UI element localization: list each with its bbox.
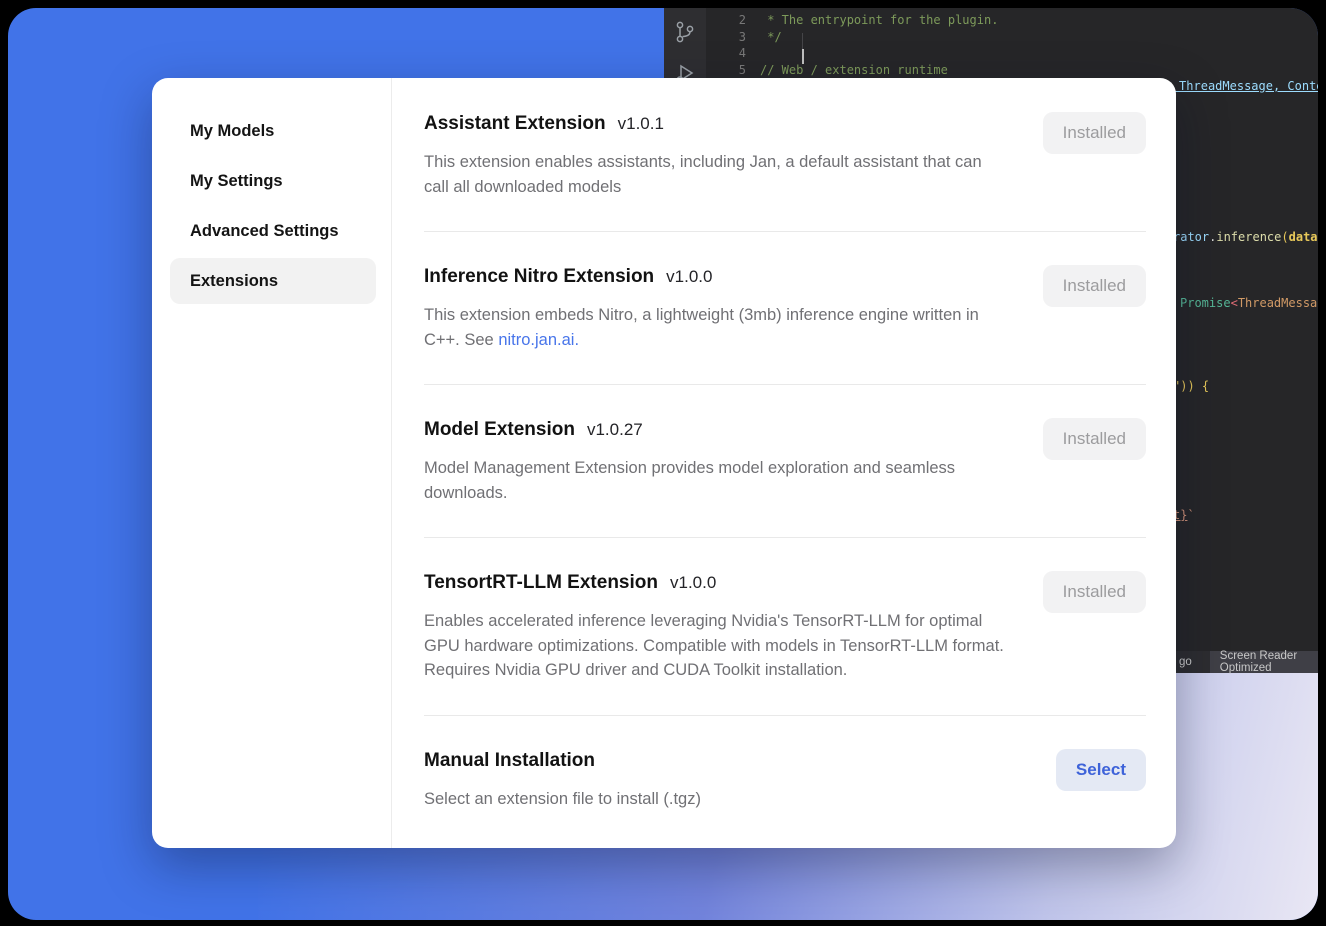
extension-name: TensortRT-LLM Extension [424,572,658,593]
installed-button[interactable]: Installed [1043,112,1146,154]
extension-row-nitro: Inference Nitro Extension v1.0.0 This ext… [424,232,1146,385]
code-line: 2 * The entrypoint for the plugin. [706,12,1318,29]
sidebar-item-label: Extensions [190,272,278,291]
sidebar-item-extensions[interactable]: Extensions [170,258,376,304]
extension-description: This extension enables assistants, inclu… [424,150,1004,199]
code-line: 5// Web / extension runtime [706,62,1318,79]
installed-button[interactable]: Installed [1043,265,1146,307]
extension-title: TensortRT-LLM Extension v1.0.0 [424,571,1004,595]
installed-button[interactable]: Installed [1043,418,1146,460]
extension-description: This extension embeds Nitro, a lightweig… [424,303,1004,352]
code-text: * The entrypoint for the plugin. [746,12,998,29]
status-screen-reader[interactable]: Screen Reader Optimized [1210,651,1318,673]
sidebar-item-label: My Models [190,122,274,141]
source-control-icon[interactable] [674,20,696,44]
manual-installation-title: Manual Installation [424,749,1004,773]
extension-version: v1.0.0 [670,573,716,592]
settings-modal: My Models My Settings Advanced Settings … [152,78,1176,848]
line-number: 5 [706,62,746,79]
nitro-jan-ai-link[interactable]: nitro.jan.ai. [498,331,579,349]
code-fragment-promise: Promise<ThreadMessage> [1180,296,1318,310]
code-fragment-inference: rator.inference(data)); [1173,230,1318,244]
line-number: 3 [706,29,746,46]
sidebar-item-my-models[interactable]: My Models [170,108,376,154]
extension-name: Inference Nitro Extension [424,266,654,287]
line-number: 2 [706,12,746,29]
extension-name: Assistant Extension [424,113,606,134]
extension-name: Model Extension [424,419,575,440]
extension-version: v1.0.0 [666,267,712,286]
extension-title: Assistant Extension v1.0.1 [424,112,1004,136]
installed-button[interactable]: Installed [1043,571,1146,613]
code-line: 4 [706,45,1318,62]
code-fragment-template: t}` [1173,508,1195,522]
desktop-background: 2 * The entrypoint for the plugin. 3 */ … [8,8,1318,920]
extension-row-assistant: Assistant Extension v1.0.1 This extension… [424,112,1146,232]
code-text: // Web / extension runtime [746,62,948,79]
sidebar-item-my-settings[interactable]: My Settings [170,158,376,204]
text-cursor [802,49,804,64]
manual-installation-row: Manual Installation Select an extension … [424,716,1146,844]
extension-title: Inference Nitro Extension v1.0.0 [424,265,1004,289]
extensions-list: Assistant Extension v1.0.1 This extension… [392,78,1176,848]
code-text: */ [746,29,782,46]
extension-row-model: Model Extension v1.0.27 Model Management … [424,385,1146,538]
sidebar-item-advanced-settings[interactable]: Advanced Settings [170,208,376,254]
line-number: 4 [706,45,746,62]
code-fragment-brace: ")) { [1173,379,1209,393]
settings-sidebar: My Models My Settings Advanced Settings … [152,78,392,848]
extension-version: v1.0.27 [587,420,643,439]
select-file-button[interactable]: Select [1056,749,1146,791]
manual-installation-description: Select an extension file to install (.tg… [424,787,1004,812]
extension-version: v1.0.1 [618,114,664,133]
extension-description: Model Management Extension provides mode… [424,456,1004,505]
code-text [746,45,760,62]
extension-title: Model Extension v1.0.27 [424,418,1004,442]
extension-description: Enables accelerated inference leveraging… [424,609,1004,683]
extension-row-tensorrt: TensortRT-LLM Extension v1.0.0 Enables ac… [424,538,1146,716]
sidebar-item-label: My Settings [190,172,283,191]
code-line: 3 */ [706,29,1318,46]
sidebar-item-label: Advanced Settings [190,222,339,241]
